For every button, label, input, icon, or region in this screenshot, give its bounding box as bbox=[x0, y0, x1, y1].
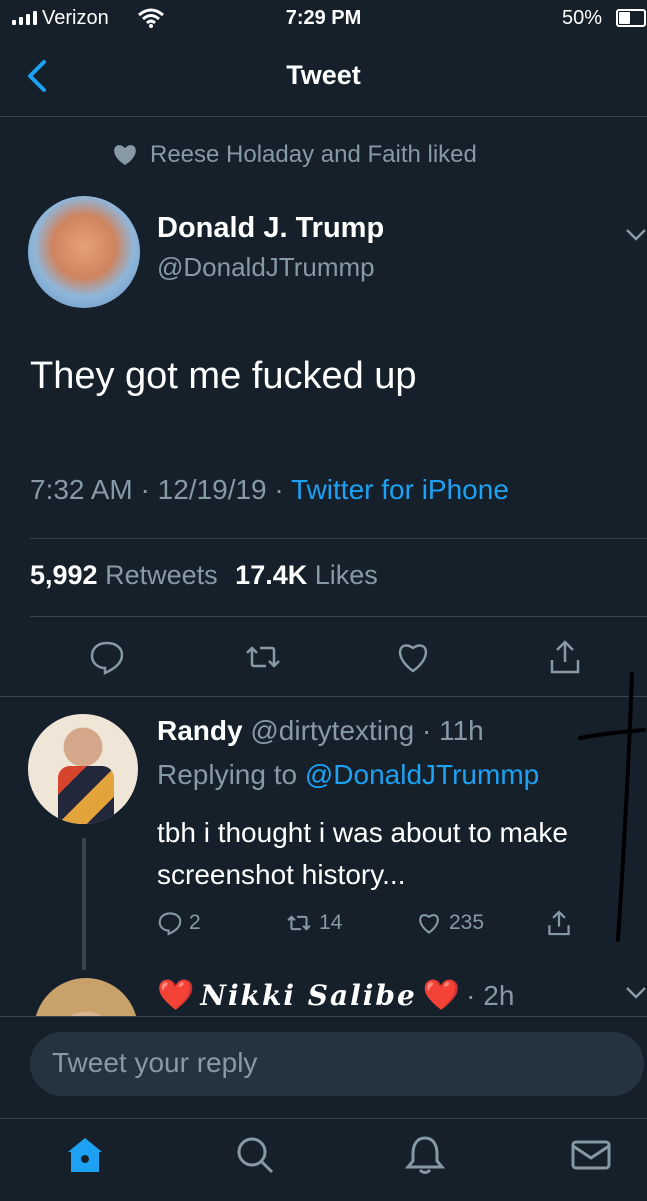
search-icon[interactable] bbox=[234, 1134, 276, 1176]
replying-to: Replying to @DonaldJTrummp bbox=[157, 759, 539, 791]
messages-icon[interactable] bbox=[570, 1134, 612, 1176]
like-icon bbox=[419, 914, 439, 934]
compose-placeholder: Tweet your reply bbox=[52, 1047, 258, 1078]
heart-icon bbox=[114, 145, 136, 165]
status-bar: Verizon 7:29 PM 50% bbox=[0, 0, 647, 40]
status-time: 7:29 PM bbox=[285, 7, 362, 29]
reply-author-name[interactable]: Randy bbox=[157, 715, 243, 746]
retweet-icon[interactable] bbox=[244, 638, 282, 676]
battery-icon bbox=[616, 9, 646, 27]
battery-fill bbox=[619, 12, 630, 24]
reply-age: · 11h bbox=[421, 715, 484, 746]
reply-author-avatar[interactable] bbox=[28, 714, 138, 824]
avatar-figure bbox=[58, 766, 114, 824]
tweet-stats: 5,992 Retweets 17.4K Likes bbox=[30, 560, 378, 591]
author-avatar[interactable] bbox=[28, 196, 140, 308]
retweets-label[interactable]: Retweets bbox=[105, 560, 218, 590]
author-handle[interactable]: @DonaldJTrummp bbox=[157, 252, 375, 283]
header-divider bbox=[0, 116, 647, 117]
reply-menu-chevron-icon[interactable] bbox=[625, 986, 647, 1000]
meta-separator: · bbox=[140, 474, 150, 505]
replying-to-label: Replying to bbox=[157, 759, 298, 790]
author-name[interactable]: Donald J. Trump bbox=[157, 212, 384, 245]
page-title: Tweet bbox=[286, 60, 361, 90]
social-context-text: Reese Holaday and Faith liked bbox=[150, 141, 477, 168]
reply-like-action[interactable]: 235 bbox=[415, 906, 484, 940]
thread-line bbox=[82, 838, 86, 970]
tweet-menu-chevron-icon[interactable] bbox=[625, 228, 647, 242]
tweet-text: They got me fucked up bbox=[30, 355, 417, 397]
retweet-icon bbox=[287, 915, 311, 931]
reply-count: 2 bbox=[189, 911, 201, 934]
like-icon[interactable] bbox=[394, 638, 432, 676]
compose-divider bbox=[0, 1016, 647, 1017]
meta-separator: · bbox=[274, 474, 284, 505]
drawn-cross-annotation bbox=[578, 672, 646, 942]
next-reply-author-name[interactable]: Nikki Salibe bbox=[200, 979, 416, 1012]
retweet-count: 14 bbox=[319, 911, 343, 934]
replying-to-handle[interactable]: @DonaldJTrummp bbox=[305, 759, 539, 790]
tweet-source-link[interactable]: Twitter for iPhone bbox=[291, 474, 509, 505]
social-context: Reese Holaday and Faith liked bbox=[112, 141, 477, 169]
heart-emoji: ❤️ bbox=[422, 979, 461, 1012]
home-icon[interactable] bbox=[64, 1134, 106, 1176]
actions-divider bbox=[0, 696, 647, 697]
tweet-meta: 7:32 AM · 12/19/19 · Twitter for iPhone bbox=[30, 474, 509, 506]
heart-emoji: ❤️ bbox=[157, 979, 195, 1012]
reply-icon[interactable] bbox=[88, 638, 126, 676]
reply-header: Randy @dirtytexting · 11h bbox=[157, 715, 484, 747]
likes-label[interactable]: Likes bbox=[315, 560, 378, 590]
meta-divider bbox=[30, 538, 647, 539]
reply-author-handle[interactable]: @dirtytexting bbox=[250, 715, 414, 746]
stats-divider bbox=[30, 616, 647, 617]
reply-icon bbox=[158, 912, 182, 936]
reply-reply-action[interactable]: 2 bbox=[157, 906, 201, 940]
notifications-icon[interactable] bbox=[404, 1134, 446, 1176]
likes-count[interactable]: 17.4K bbox=[235, 560, 307, 590]
next-reply-header: ❤️ Nikki Salibe ❤️ · 2h bbox=[157, 978, 514, 1013]
reply-retweet-action[interactable]: 14 bbox=[285, 906, 342, 940]
tweet-time: 7:32 AM bbox=[30, 474, 133, 505]
like-count: 235 bbox=[449, 911, 485, 934]
battery-percent: 50% bbox=[562, 7, 603, 29]
retweets-count[interactable]: 5,992 bbox=[30, 560, 98, 590]
next-reply-age: · 2h bbox=[466, 979, 515, 1011]
reply-text: tbh i thought i was about to make screen… bbox=[157, 817, 568, 890]
tweet-date: 12/19/19 bbox=[157, 474, 267, 505]
